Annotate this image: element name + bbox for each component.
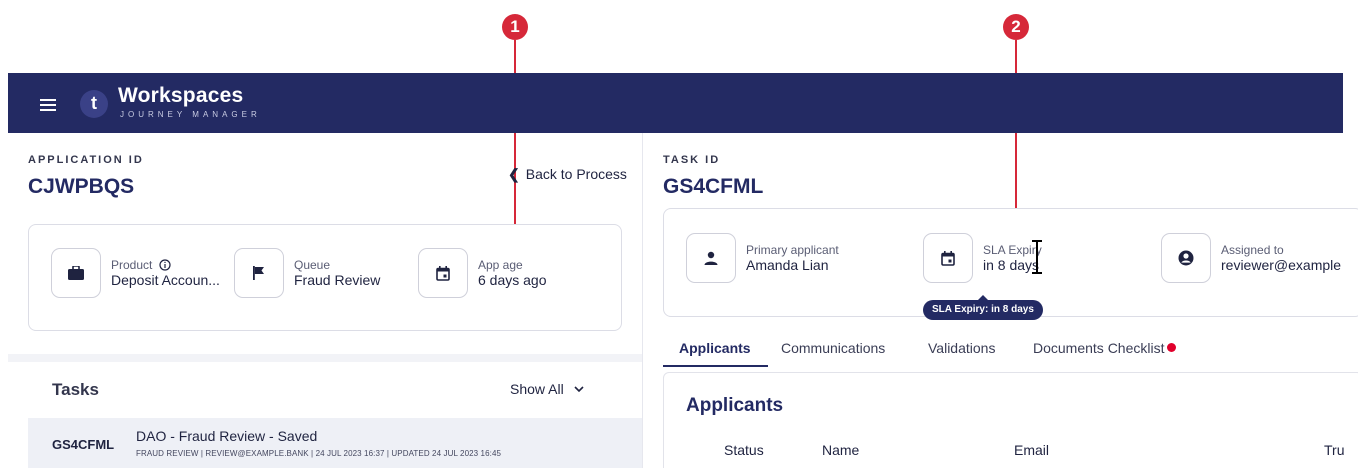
sla-expiry-info: SLA Expiry in 8 days xyxy=(923,233,1042,283)
task-row[interactable]: GS4CFML DAO - Fraud Review - Saved FRAUD… xyxy=(28,418,642,468)
column-name[interactable]: Name xyxy=(822,442,859,458)
active-tab-indicator xyxy=(663,365,768,367)
applicants-title: Applicants xyxy=(686,395,784,416)
tab-communications[interactable]: Communications xyxy=(781,340,885,356)
tab-documents-checklist-label: Documents Checklist xyxy=(1033,340,1165,356)
queue-label: Queue xyxy=(294,258,331,272)
tab-validations[interactable]: Validations xyxy=(928,340,995,356)
app-title: Workspaces xyxy=(118,84,244,107)
product-info: Product Deposit Accoun... xyxy=(51,248,220,298)
show-all-dropdown[interactable]: Show All xyxy=(510,381,584,397)
menu-icon[interactable] xyxy=(40,99,56,111)
calendar-icon xyxy=(923,233,973,283)
right-panel-border xyxy=(642,133,643,468)
sla-expiry-tooltip: SLA Expiry: in 8 days xyxy=(923,295,1043,320)
task-row-id: GS4CFML xyxy=(52,437,115,452)
tasks-title: Tasks xyxy=(52,380,99,399)
account-circle-icon xyxy=(1161,233,1211,283)
app-age-info: App age 6 days ago xyxy=(418,248,547,298)
queue-value: Fraud Review xyxy=(294,272,381,288)
panel-divider xyxy=(8,354,642,362)
primary-applicant-label: Primary applicant xyxy=(746,243,839,257)
callout-2: 2 xyxy=(1003,14,1029,40)
chevron-left-icon: ❮ xyxy=(508,166,520,182)
task-row-name: DAO - Fraud Review - Saved xyxy=(136,428,318,444)
app-age-label: App age xyxy=(478,258,523,272)
queue-info: Queue Fraud Review xyxy=(234,248,380,298)
flag-icon xyxy=(234,248,284,298)
column-email[interactable]: Email xyxy=(1014,442,1049,458)
show-all-label: Show All xyxy=(510,381,564,397)
product-value: Deposit Accoun... xyxy=(111,272,220,288)
app-age-value: 6 days ago xyxy=(478,272,547,288)
applicants-section: Applicants Status Name Email Tru xyxy=(663,372,1358,468)
application-id-label: APPLICATION ID xyxy=(28,154,144,166)
assigned-to-label: Assigned to xyxy=(1221,243,1284,257)
product-label: Product xyxy=(111,258,153,272)
back-to-process-label: Back to Process xyxy=(525,166,627,182)
task-id-label: TASK ID xyxy=(663,154,721,166)
primary-applicant-info: Primary applicant Amanda Lian xyxy=(686,233,839,283)
text-cursor-icon xyxy=(1032,240,1042,274)
chevron-down-icon xyxy=(574,386,584,393)
person-icon xyxy=(686,233,736,283)
tab-documents-checklist[interactable]: Documents Checklist xyxy=(1033,340,1176,356)
callout-1: 1 xyxy=(502,14,528,40)
alert-dot-icon xyxy=(1166,343,1176,352)
application-summary-card: Product Deposit Accoun... Queue Fraud Re… xyxy=(28,224,622,331)
tab-applicants[interactable]: Applicants xyxy=(679,340,751,356)
assigned-to-value: reviewer@example xyxy=(1221,257,1342,273)
primary-applicant-value: Amanda Lian xyxy=(746,257,829,273)
back-to-process-link[interactable]: ❮ Back to Process xyxy=(508,166,627,183)
column-status[interactable]: Status xyxy=(724,442,764,458)
assigned-to-info: Assigned to reviewer@example xyxy=(1161,233,1341,283)
logo-icon: t xyxy=(80,90,108,118)
info-icon[interactable] xyxy=(159,259,171,271)
task-row-meta: FRAUD REVIEW | REVIEW@EXAMPLE.BANK | 24 … xyxy=(136,449,502,458)
column-trust[interactable]: Tru xyxy=(1324,442,1344,458)
calendar-icon xyxy=(418,248,468,298)
app-subtitle: JOURNEY MANAGER xyxy=(120,110,261,119)
application-id: CJWPBQS xyxy=(28,175,135,198)
task-id: GS4CFML xyxy=(663,175,764,198)
app-header: t Workspaces JOURNEY MANAGER xyxy=(8,73,1343,133)
briefcase-icon xyxy=(51,248,101,298)
